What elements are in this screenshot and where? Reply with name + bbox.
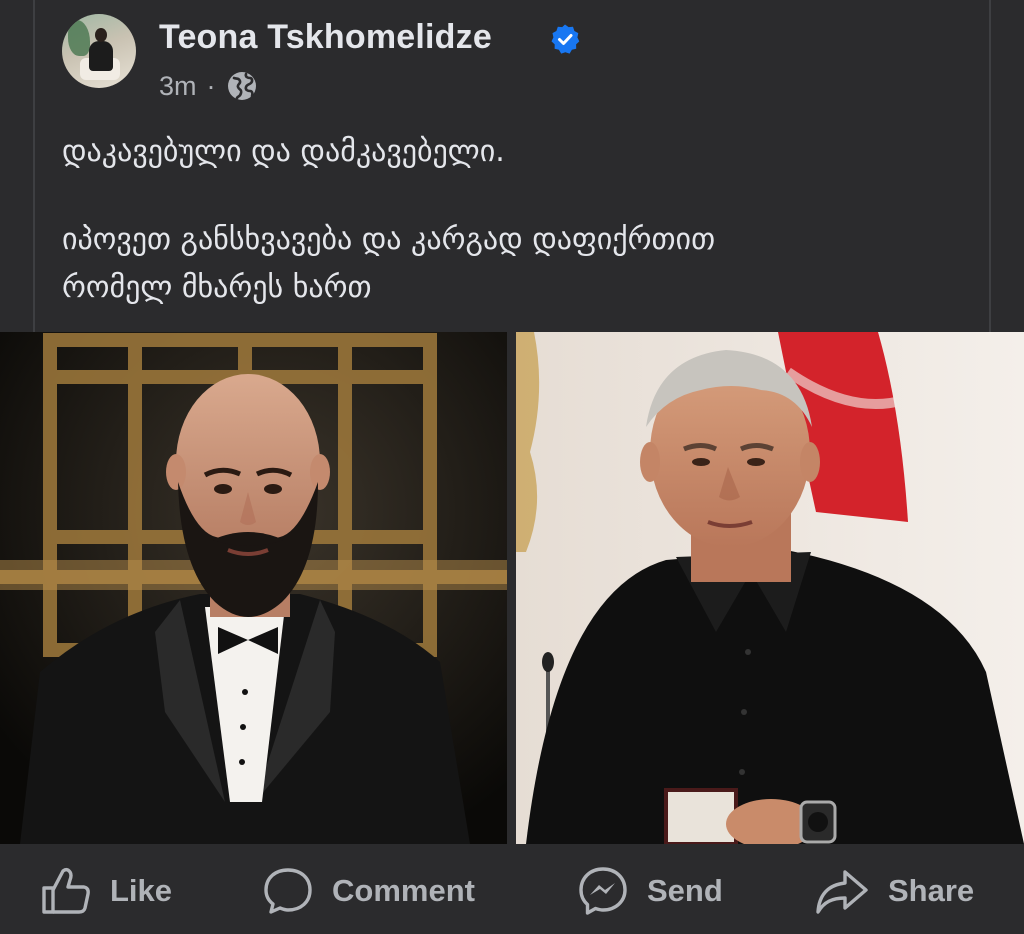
post-meta: 3m ·: [159, 70, 258, 102]
comment-button[interactable]: Comment: [262, 866, 475, 916]
avatar-person-head: [95, 28, 107, 42]
send-button[interactable]: Send: [577, 866, 723, 916]
share-button[interactable]: Share: [814, 866, 974, 916]
avatar-plant: [68, 20, 90, 56]
post-body-text: დაკავებული და დამკავებელი. იპოვეთ განსხვ…: [62, 128, 962, 312]
facebook-post-screen: Teona Tskhomelidze 3m · დაკავებული და და…: [0, 0, 1024, 934]
author-name[interactable]: Teona Tskhomelidze: [159, 18, 492, 57]
like-label: Like: [110, 873, 173, 908]
share-arrow-icon: [816, 870, 868, 914]
share-label: Share: [888, 873, 975, 908]
post-header: Teona Tskhomelidze 3m ·: [62, 14, 962, 101]
post-photo-right[interactable]: [516, 332, 1024, 844]
post-photo-left[interactable]: [0, 332, 507, 844]
like-button[interactable]: Like: [40, 866, 172, 916]
avatar-person-body: [89, 41, 113, 71]
post-text-line-1: დაკავებული და დამკავებელი.: [62, 134, 505, 169]
thumbs-up-icon: [42, 868, 90, 914]
card-right-border: [989, 0, 991, 332]
send-label: Send: [647, 873, 723, 908]
author-avatar[interactable]: [62, 14, 136, 88]
globe-icon[interactable]: [226, 70, 258, 102]
meta-separator: ·: [206, 70, 216, 101]
photo-bearded-man-tuxedo: [0, 332, 507, 844]
messenger-icon: [579, 867, 627, 915]
post-text-line-3: რომელ მხარეს ხართ: [62, 270, 372, 305]
comment-label: Comment: [332, 873, 475, 908]
post-action-bar: Like Comment Send Share: [0, 846, 1024, 934]
verified-badge-icon: [551, 24, 580, 54]
photo-separator: [507, 332, 516, 844]
photo-man-black-shirt-with-flag: [516, 332, 1024, 844]
post-text-line-2: იპოვეთ განსხვავება და კარგად დაფიქრთით: [62, 222, 716, 257]
comment-bubble-icon: [264, 868, 312, 914]
card-left-border: [33, 0, 35, 332]
post-timestamp[interactable]: 3m: [159, 71, 197, 102]
